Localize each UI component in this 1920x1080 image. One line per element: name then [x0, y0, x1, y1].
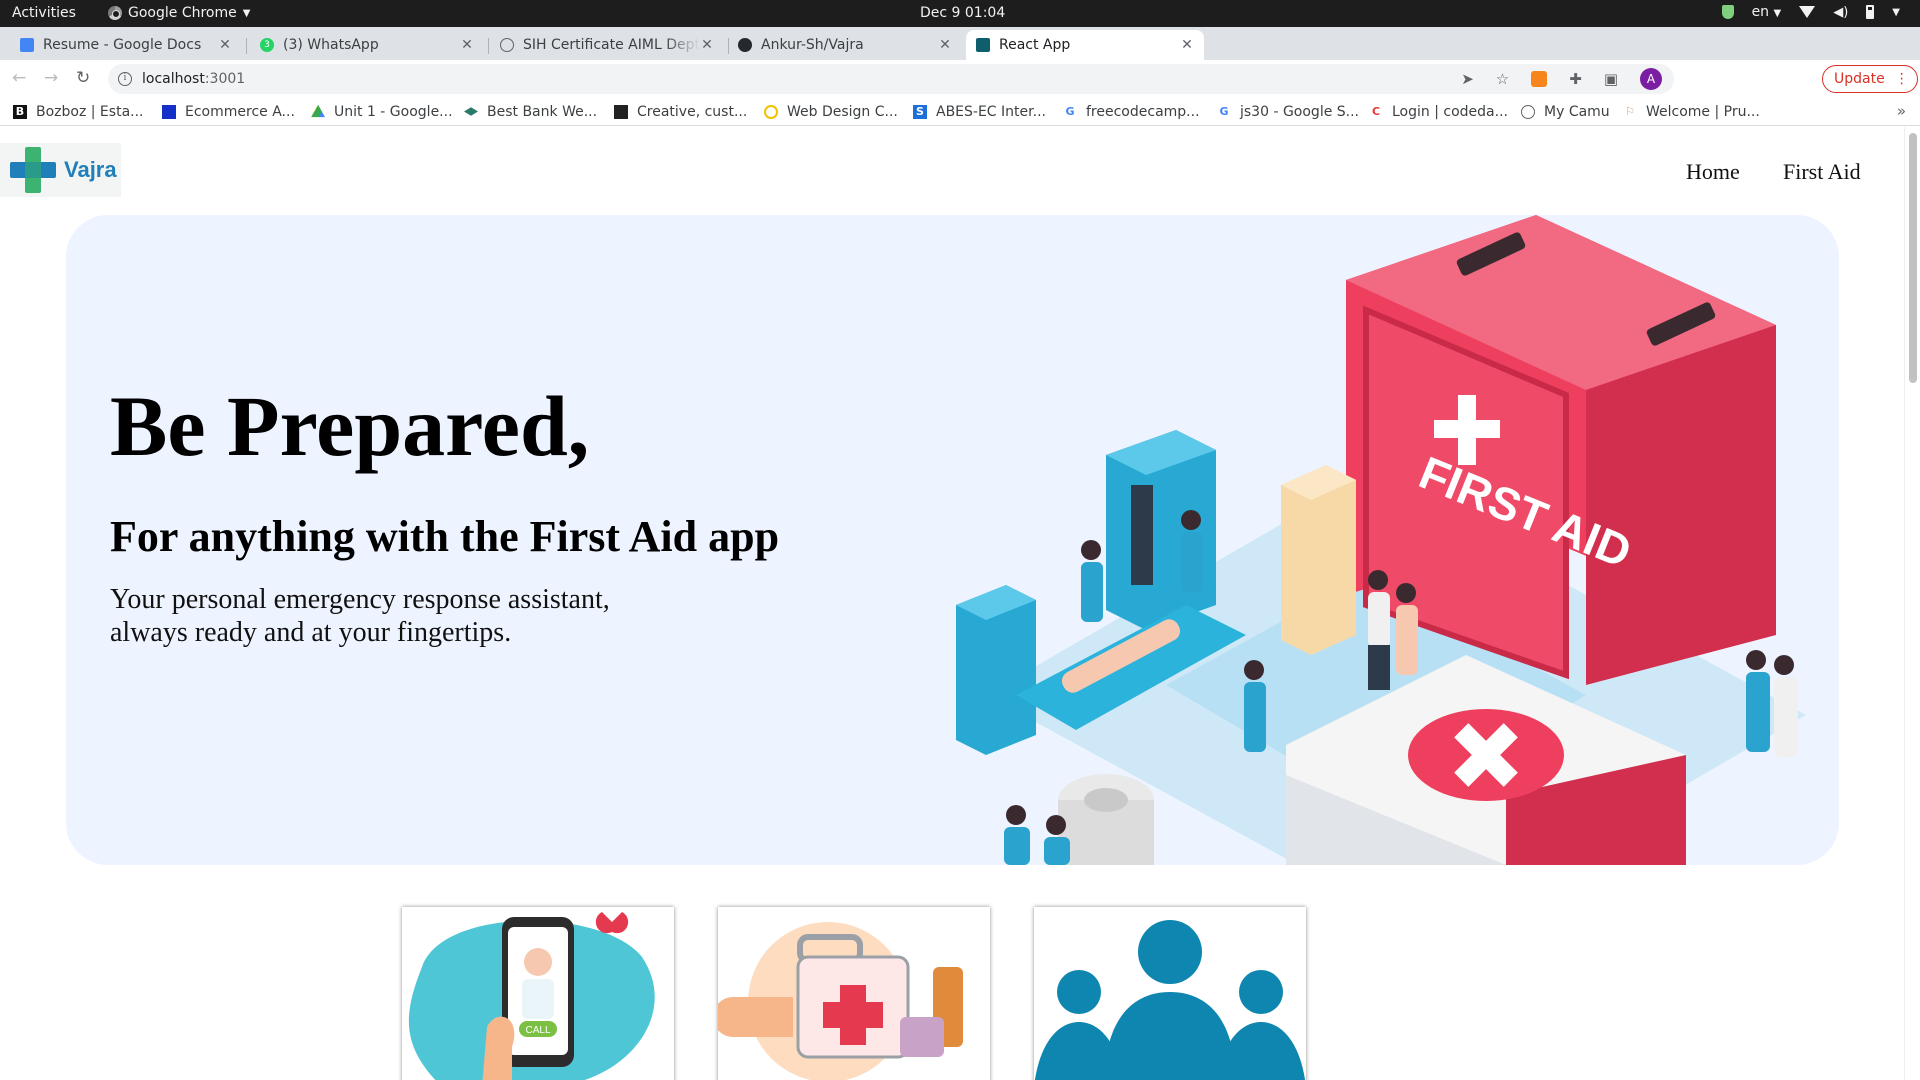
- profile-avatar[interactable]: A: [1640, 68, 1662, 90]
- tab-title: (3) WhatsApp: [283, 37, 379, 53]
- medical-cross-icon: [10, 147, 56, 193]
- brand-name: Vajra: [64, 157, 117, 182]
- bookmark-item[interactable]: Web Design C...: [764, 104, 913, 120]
- codedamn-icon: C: [1371, 104, 1381, 118]
- nav-home-link[interactable]: Home: [1686, 159, 1740, 185]
- web-design-icon: [764, 104, 778, 119]
- bookmark-star-icon[interactable]: ☆: [1496, 70, 1509, 88]
- caret-down-icon: ▼: [1892, 6, 1900, 18]
- update-button[interactable]: Update ⋮: [1822, 65, 1918, 93]
- bookmark-item[interactable]: ⚐ Welcome | Pru...: [1623, 104, 1773, 120]
- back-icon[interactable]: ←: [12, 68, 26, 88]
- bookmarks-bar: B Bozboz | Esta... Ecommerce A... Unit 1 …: [0, 98, 1920, 126]
- caret-down-icon: ▼: [242, 7, 251, 19]
- clock[interactable]: Dec 9 01:04: [920, 5, 1005, 21]
- first-aid-kit-card[interactable]: [718, 907, 990, 1080]
- first-aid-illustration: FIRST AID: [956, 215, 1806, 865]
- bookmark-item[interactable]: Gfreecodecamp...: [1063, 104, 1217, 120]
- tab-strip: Resume - Google Docs ✕ 3 (3) WhatsApp ✕ …: [0, 27, 1920, 81]
- ecommerce-icon: [162, 104, 176, 119]
- abes-icon: S: [913, 104, 927, 119]
- globe-icon: [500, 38, 514, 52]
- app-menu-label: Google Chrome: [128, 5, 237, 21]
- chrome-icon: [108, 6, 122, 20]
- forward-icon[interactable]: →: [44, 68, 58, 88]
- site-logo[interactable]: Vajra: [0, 143, 121, 197]
- bank-icon: [464, 107, 478, 116]
- doctor-call-card[interactable]: CALL: [402, 907, 674, 1080]
- tab-whatsapp[interactable]: 3 (3) WhatsApp ✕: [250, 30, 484, 60]
- tab-title: Ankur-Sh/Vajra: [761, 37, 864, 53]
- tab-title: React App: [999, 37, 1071, 53]
- call-label: CALL: [525, 1025, 550, 1036]
- feature-cards: CALL: [402, 907, 1306, 1080]
- browser-toolbar: ← → ↻ i localhost:3001 ➤ ☆ ✚ ▣ A Update …: [0, 60, 1920, 98]
- shield-icon: [1721, 5, 1734, 19]
- bookmark-item[interactable]: Ecommerce A...: [162, 104, 311, 120]
- github-icon: [738, 38, 752, 52]
- bookmark-item[interactable]: Unit 1 - Google...: [311, 104, 464, 120]
- community-illustration: [1035, 920, 1305, 1080]
- os-top-bar: Activities Google Chrome ▼ Dec 9 01:04 e…: [0, 0, 1920, 27]
- tab-github-vajra[interactable]: Ankur-Sh/Vajra ✕: [728, 30, 962, 60]
- tab-sih-certificate[interactable]: SIH Certificate AIML Dept ✕: [490, 30, 724, 60]
- close-icon[interactable]: ✕: [700, 37, 714, 53]
- scrollbar-thumb[interactable]: [1909, 133, 1917, 383]
- react-icon: [976, 38, 990, 52]
- hero-title: Be Prepared,: [110, 378, 590, 474]
- site-info-icon[interactable]: i: [118, 72, 132, 86]
- system-tray[interactable]: en ▼ ◀) ▼: [1721, 4, 1900, 20]
- google-icon: G: [1219, 104, 1229, 118]
- hero-description: Your personal emergency response assista…: [110, 584, 610, 648]
- bookmark-item[interactable]: C Login | codeda...: [1369, 104, 1521, 120]
- close-icon[interactable]: ✕: [460, 37, 474, 53]
- whatsapp-icon: 3: [260, 38, 274, 52]
- reload-icon[interactable]: ↻: [76, 68, 90, 88]
- bookmark-item[interactable]: Best Bank We...: [464, 104, 614, 120]
- community-card[interactable]: [1034, 907, 1306, 1080]
- first-aid-kit-illustration: [718, 922, 963, 1080]
- tab-react-app[interactable]: React App ✕: [966, 30, 1204, 60]
- update-label: Update: [1834, 71, 1885, 87]
- bookmark-item[interactable]: S ABES-EC Inter...: [913, 104, 1063, 120]
- creative-icon: [614, 104, 628, 119]
- close-icon[interactable]: ✕: [218, 37, 232, 53]
- nav-first-aid-link[interactable]: First Aid: [1783, 159, 1861, 185]
- bookmark-item[interactable]: My Camu: [1521, 104, 1623, 120]
- url-text[interactable]: localhost:3001: [142, 71, 245, 87]
- globe-icon: [1521, 104, 1535, 119]
- pru-icon: ⚐: [1625, 104, 1635, 118]
- kebab-menu-icon: ⋮: [1894, 71, 1909, 87]
- doctor-call-illustration: CALL: [408, 912, 655, 1080]
- more-bookmarks-icon[interactable]: »: [1897, 102, 1906, 120]
- close-icon[interactable]: ✕: [938, 37, 952, 53]
- hero-subtitle: For anything with the First Aid app: [110, 512, 780, 561]
- google-drive-icon: [311, 104, 325, 118]
- wifi-icon: [1799, 6, 1816, 18]
- page-viewport: Vajra Home First Aid Be Prepared, For an…: [0, 127, 1904, 1080]
- extensions-icon[interactable]: ✚: [1569, 70, 1582, 88]
- tab-resume[interactable]: Resume - Google Docs ✕: [10, 30, 242, 60]
- battery-icon: [1866, 5, 1875, 19]
- language-indicator[interactable]: en ▼: [1752, 4, 1782, 20]
- volume-icon: ◀): [1833, 4, 1849, 20]
- app-menu[interactable]: Google Chrome ▼: [108, 5, 250, 21]
- tab-title: SIH Certificate AIML Dept: [523, 37, 700, 53]
- close-icon[interactable]: ✕: [1180, 37, 1194, 53]
- page-scrollbar[interactable]: [1904, 127, 1920, 1080]
- tab-title: Resume - Google Docs: [43, 37, 202, 53]
- address-bar[interactable]: i localhost:3001 ➤ ☆ ✚ ▣ A: [108, 64, 1674, 94]
- activities-button[interactable]: Activities: [12, 5, 76, 21]
- send-icon[interactable]: ➤: [1461, 70, 1474, 88]
- side-panel-icon[interactable]: ▣: [1604, 70, 1618, 88]
- google-docs-icon: [20, 38, 34, 52]
- bookmark-item[interactable]: B Bozboz | Esta...: [13, 104, 162, 120]
- metamask-icon[interactable]: [1531, 71, 1548, 87]
- bozboz-icon: B: [13, 104, 27, 119]
- bookmark-item[interactable]: Gjs30 - Google S...: [1217, 104, 1369, 120]
- hero-section: Be Prepared, For anything with the First…: [66, 215, 1839, 865]
- google-icon: G: [1065, 104, 1075, 118]
- bookmark-item[interactable]: Creative, cust...: [614, 104, 764, 120]
